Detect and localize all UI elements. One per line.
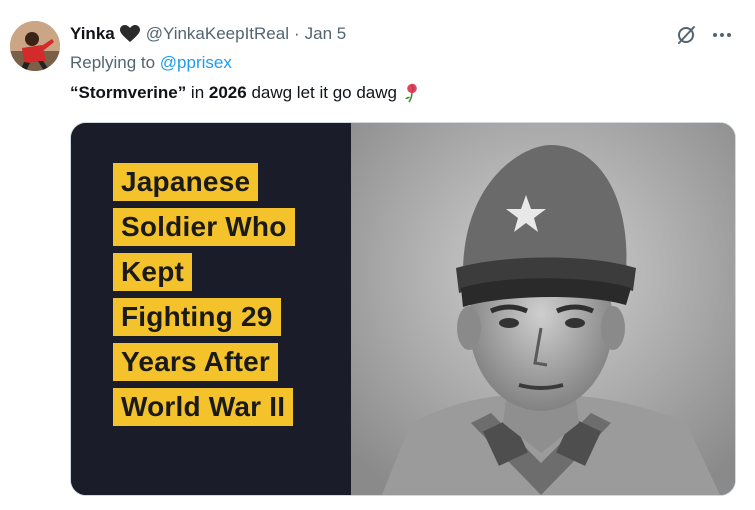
more-icon[interactable] [711,24,733,46]
caption-line: Japanese [113,163,259,201]
replying-mention-link[interactable]: @pprisex [160,53,232,72]
tweet-text-part: dawg let it go dawg [246,83,397,102]
caption-line: Kept [113,253,193,291]
tweet-text: “Stormverine” in 2026 dawg let it go daw… [70,83,421,103]
author-handle[interactable]: @YinkaKeepItReal [146,24,289,44]
media-caption: Japanese Soldier Who Kept Fighting 29 Ye… [113,163,295,433]
soldier-portrait-photo [351,123,735,495]
caption-line: Years After [113,343,279,381]
wilted-rose-icon [403,83,421,103]
tweet-date[interactable]: Jan 5 [305,24,347,44]
caption-line: Soldier Who [113,208,295,246]
replying-prefix: Replying to [70,53,156,72]
tweet-text-part: in [186,83,209,102]
media-caption-panel: Japanese Soldier Who Kept Fighting 29 Ye… [71,123,351,495]
black-heart-icon [119,25,140,43]
tweet-media[interactable]: Japanese Soldier Who Kept Fighting 29 Ye… [70,122,736,496]
replying-to: Replying to @pprisex [70,53,232,73]
tweet[interactable]: Yinka @YinkaKeepItReal · Jan 5 Replying … [0,0,755,510]
tweet-actions-top [675,24,733,46]
caption-line: World War II [113,388,294,426]
separator-dot: · [294,24,300,43]
author-name[interactable]: Yinka [70,24,115,44]
tweet-text-quote: “Stormverine” [70,83,187,102]
tweet-text-year: 2026 [208,83,247,102]
caption-line: Fighting 29 [113,298,281,336]
avatar[interactable] [10,21,60,71]
grok-icon[interactable] [675,24,697,46]
tweet-header: Yinka @YinkaKeepItReal · Jan 5 [70,22,346,46]
